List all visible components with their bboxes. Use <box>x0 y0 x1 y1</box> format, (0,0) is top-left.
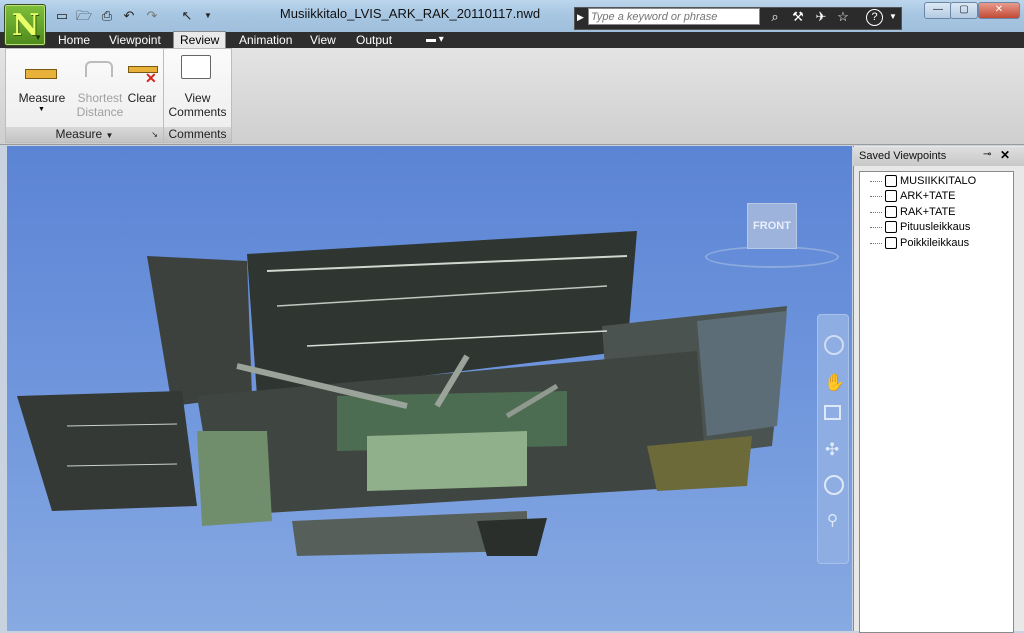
measure-panel-title: Measure <box>55 127 103 141</box>
panel-launcher-icon[interactable]: ↘ <box>151 127 158 142</box>
qat-dropdown-icon[interactable]: ▼ <box>199 8 217 24</box>
print-icon[interactable]: ⎙ <box>98 8 116 24</box>
tab-viewpoint[interactable]: Viewpoint <box>103 32 167 48</box>
measure-panel-dropdown-icon[interactable]: ▼ <box>106 131 114 140</box>
walk-icon[interactable]: ⚲ <box>827 511 838 529</box>
view-comments-line1[interactable]: View <box>164 91 231 105</box>
viewcube-compass-ring[interactable] <box>705 246 839 268</box>
tab-animation[interactable]: Animation <box>233 32 298 48</box>
viewpoint-item[interactable]: Pituusleikkaus <box>900 221 970 233</box>
view-comments-icon <box>181 55 211 79</box>
viewpoint-item[interactable]: Poikkileikkaus <box>900 237 969 249</box>
select-cursor-icon[interactable]: ↖ <box>178 8 196 24</box>
redo-icon[interactable]: ↷ <box>143 8 161 24</box>
help-icon[interactable]: ? <box>866 9 883 26</box>
expand-arrow-icon[interactable]: ▶ <box>577 10 587 24</box>
3d-viewport[interactable]: FRONT ✋ ✣ ⚲ <box>7 146 852 631</box>
help-dropdown-icon[interactable]: ▼ <box>884 9 902 25</box>
tree-connector <box>870 227 882 229</box>
binoculars-icon[interactable]: ⌕ <box>766 9 784 25</box>
pan-hand-icon[interactable]: ✋ <box>824 373 845 393</box>
steering-wheel-icon[interactable] <box>824 335 844 355</box>
open-folder-icon[interactable]: 🗁 <box>75 8 93 24</box>
building-model-render <box>17 231 787 556</box>
viewpoint-icon <box>885 221 897 233</box>
comments-panel-title: Comments <box>164 127 231 142</box>
shortest-distance-icon <box>85 61 113 77</box>
ruler-icon <box>25 69 57 79</box>
clear-button[interactable]: Clear <box>124 91 160 105</box>
viewpoint-icon <box>885 175 897 187</box>
tab-review[interactable]: Review <box>173 31 227 49</box>
viewpoint-icon <box>885 237 897 249</box>
clear-x-icon: ✕ <box>145 70 157 86</box>
search-input[interactable] <box>588 8 760 25</box>
shortest-distance-line1: Shortest <box>77 91 123 105</box>
measure-dropdown-icon[interactable]: ▼ <box>38 106 45 113</box>
viewpoint-icon <box>885 190 897 202</box>
orbit-icon[interactable]: ✣ <box>825 440 839 460</box>
tab-extras-dropdown-icon[interactable]: ▬ ▾ <box>420 32 450 48</box>
new-file-icon[interactable]: ▭ <box>53 8 71 24</box>
shortest-distance-line2: Distance <box>76 105 124 119</box>
viewpoint-icon <box>885 206 897 218</box>
maximize-button[interactable]: ▢ <box>950 2 978 19</box>
comments-panel: View Comments Comments <box>163 48 232 143</box>
viewcube-front-face[interactable]: FRONT <box>747 203 797 249</box>
tree-connector <box>870 212 882 214</box>
viewpoint-item[interactable]: ARK+TATE <box>900 190 956 202</box>
tab-home[interactable]: Home <box>52 32 96 48</box>
window-title: Musiikkitalo_LVIS_ARK_RAK_20110117.nwd <box>279 6 541 21</box>
tab-output[interactable]: Output <box>350 32 398 48</box>
tab-view[interactable]: View <box>304 32 342 48</box>
panel-close-icon[interactable]: ✕ <box>1000 148 1010 162</box>
application-menu-button[interactable]: N ▼ <box>4 4 46 46</box>
chevron-down-icon: ▼ <box>34 33 42 42</box>
viewpoint-item[interactable]: RAK+TATE <box>900 206 956 218</box>
tree-connector <box>870 243 882 245</box>
building-model <box>17 231 787 556</box>
wrench-icon[interactable]: ⚒ <box>789 9 807 25</box>
satellite-icon[interactable]: ✈ <box>812 9 830 25</box>
favorites-star-icon[interactable]: ☆ <box>834 9 852 25</box>
viewpoint-item[interactable]: MUSIIKKITALO <box>900 175 976 187</box>
close-button[interactable]: ✕ <box>978 2 1020 19</box>
undo-icon[interactable]: ↶ <box>120 8 138 24</box>
saved-viewpoints-title: Saved Viewpoints <box>853 147 1024 166</box>
measure-button[interactable]: Measure <box>14 91 70 105</box>
pin-icon[interactable]: ⊸ <box>983 149 991 160</box>
minimize-button[interactable]: — <box>924 2 952 19</box>
measure-panel: Measure ▼ Shortest Distance ✕ Clear Meas… <box>5 48 164 143</box>
tree-connector <box>870 196 882 198</box>
tree-connector <box>870 181 882 183</box>
view-comments-line2[interactable]: Comments <box>164 105 231 119</box>
zoom-window-icon[interactable] <box>824 405 841 420</box>
look-around-icon[interactable] <box>824 475 844 495</box>
measure-panel-footer[interactable]: Measure ▼ ↘ <box>6 127 163 142</box>
navigation-bar: ✋ ✣ ⚲ <box>817 314 849 564</box>
